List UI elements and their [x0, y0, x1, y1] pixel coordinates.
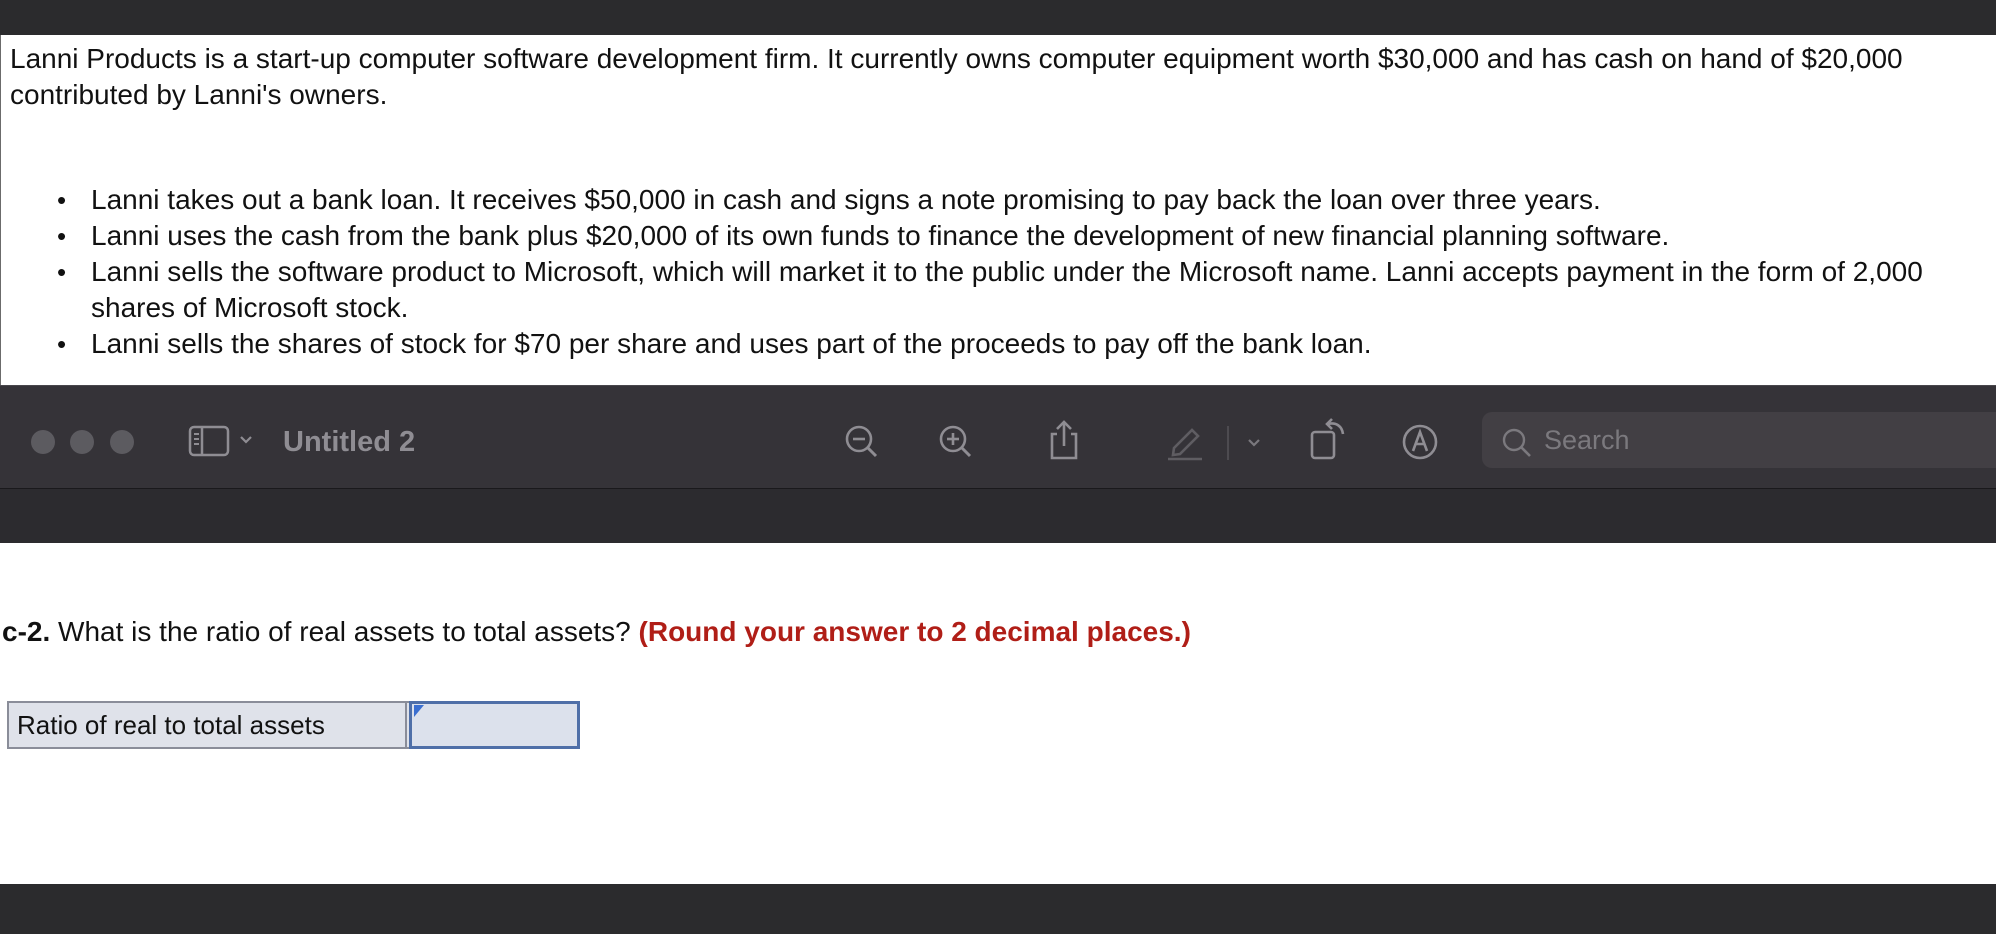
search-icon — [1502, 428, 1531, 457]
sidebar-toggle-icon[interactable] — [188, 424, 232, 458]
preview-toolbar: Untitled 2 Search — [0, 385, 1996, 489]
problem-transaction-list: Lanni takes out a bank loan. It receives… — [1, 182, 1991, 362]
question-body: What is the ratio of real assets to tota… — [50, 616, 639, 647]
zoom-in-icon[interactable] — [936, 422, 976, 462]
close-window-button[interactable] — [31, 430, 55, 454]
chevron-down-icon[interactable] — [1246, 437, 1262, 449]
toolbar-divider — [1227, 426, 1229, 460]
top-dark-band — [0, 0, 1996, 35]
document-title[interactable]: Untitled 2 — [283, 422, 415, 462]
zoom-window-button[interactable] — [110, 430, 134, 454]
problem-intro-text: Lanni Products is a start-up computer so… — [10, 43, 1903, 110]
answer-row-label: Ratio of real to total assets — [9, 703, 407, 747]
list-item: Lanni takes out a bank loan. It receives… — [57, 182, 1991, 218]
list-item: Lanni sells the software product to Micr… — [57, 254, 1991, 326]
zoom-out-icon[interactable] — [842, 422, 882, 462]
markup-icon[interactable] — [1400, 422, 1440, 462]
highlight-pen-icon[interactable] — [1164, 420, 1206, 462]
chevron-down-icon[interactable] — [238, 434, 254, 446]
question-number: c-2. — [2, 616, 51, 647]
ratio-answer-input[interactable] — [409, 701, 580, 749]
search-input[interactable]: Search — [1482, 412, 1996, 468]
question-text: c-2. What is the ratio of real assets to… — [2, 612, 1191, 652]
share-icon[interactable] — [1044, 418, 1084, 462]
list-item: Lanni uses the cash from the bank plus $… — [57, 218, 1991, 254]
rotate-icon[interactable] — [1306, 416, 1350, 462]
bottom-dark-band — [0, 884, 1996, 934]
preview-window: Untitled 2 Search — [0, 385, 1996, 543]
input-marker-icon — [414, 705, 424, 717]
rounding-hint: (Round your answer to 2 decimal places.) — [638, 616, 1191, 647]
list-item: Lanni sells the shares of stock for $70 … — [57, 326, 1991, 362]
answer-table: Ratio of real to total assets — [7, 701, 580, 749]
search-placeholder: Search — [1544, 425, 1630, 455]
problem-text-panel: Lanni Products is a start-up computer so… — [0, 35, 1996, 385]
minimize-window-button[interactable] — [70, 430, 94, 454]
